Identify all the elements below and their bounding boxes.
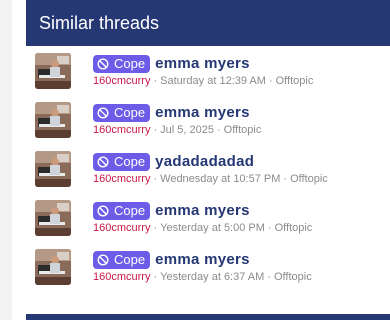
prefix-badge[interactable]: Cope [93, 201, 151, 220]
author-link[interactable]: 160cmcurry [93, 222, 150, 234]
ban-icon [97, 57, 109, 70]
thread-title-line: Cope emma myers [93, 103, 250, 122]
meta-separator: · [268, 75, 273, 87]
meta-separator: · [153, 173, 158, 185]
forum-link[interactable]: Offtopic [276, 75, 314, 87]
meta-separator: · [267, 271, 271, 283]
thread-item[interactable]: Cope emma myers 160cmcurry · Yesterday at … [26, 249, 390, 298]
prefix-badge[interactable]: Cope [93, 250, 151, 269]
thread-title-line: Cope emma myers [93, 250, 250, 269]
thread-avatar[interactable] [35, 249, 71, 285]
meta-separator: · [153, 222, 158, 234]
meta-separator: · [153, 271, 158, 283]
forum-link[interactable]: Offtopic [290, 173, 328, 185]
ban-icon [97, 106, 109, 119]
thread-title-line: Cope emma myers [93, 54, 250, 73]
meta-separator: · [283, 173, 288, 185]
thread-meta: 160cmcurry · Yesterday at 6:37 AM · Offtopic [93, 271, 312, 283]
similar-threads-widget: Similar threads Cope emma myers 160cmcur… [26, 0, 390, 320]
thread-title-link[interactable]: yadadadadad [155, 153, 254, 170]
thread-item[interactable]: Cope emma myers 160cmcurry · Jul 5, 2025 · O… [26, 102, 390, 151]
thread-title-link[interactable]: emma myers [155, 251, 250, 268]
next-widget-header [26, 314, 390, 320]
prefix-label: Cope [114, 252, 146, 267]
prefix-badge[interactable]: Cope [93, 152, 151, 171]
ban-icon [97, 155, 109, 168]
author-link[interactable]: 160cmcurry [93, 75, 150, 87]
prefix-label: Cope [114, 203, 146, 218]
page-gutter [0, 0, 12, 320]
author-link[interactable]: 160cmcurry [93, 124, 150, 136]
meta-separator: · [267, 222, 272, 234]
thread-item[interactable]: Cope emma myers 160cmcurry · Yesterday at … [26, 200, 390, 249]
author-link[interactable]: 160cmcurry [93, 173, 150, 185]
thread-title-line: Cope emma myers [93, 201, 250, 220]
meta-separator: · [153, 75, 158, 87]
ban-icon [97, 253, 109, 266]
prefix-label: Cope [114, 56, 146, 71]
thread-title-link[interactable]: emma myers [155, 104, 250, 121]
thread-title-link[interactable]: emma myers [155, 202, 250, 219]
thread-title-line: Cope yadadadadad [93, 152, 254, 171]
thread-time[interactable]: Saturday at 12:39 AM [160, 75, 266, 87]
prefix-label: Cope [114, 154, 146, 169]
thread-avatar[interactable] [35, 53, 71, 89]
thread-meta: 160cmcurry · Wednesday at 10:57 PM · Offtopi… [93, 173, 328, 185]
thread-title-link[interactable]: emma myers [155, 55, 250, 72]
forum-link[interactable]: Offtopic [275, 222, 313, 234]
meta-separator: · [153, 124, 158, 136]
prefix-badge[interactable]: Cope [93, 103, 151, 122]
prefix-label: Cope [114, 105, 146, 120]
meta-separator: · [216, 124, 221, 136]
author-link[interactable]: 160cmcurry [93, 271, 150, 283]
ban-icon [97, 204, 109, 217]
thread-time[interactable]: Jul 5, 2025 [160, 124, 214, 136]
thread-avatar[interactable] [35, 151, 71, 187]
widget-title: Similar threads [26, 0, 390, 46]
thread-avatar[interactable] [35, 102, 71, 138]
thread-time[interactable]: Wednesday at 10:57 PM [160, 173, 280, 185]
thread-time[interactable]: Yesterday at 6:37 AM [160, 271, 264, 283]
thread-meta: 160cmcurry · Saturday at 12:39 AM · Offtopic [93, 75, 313, 87]
thread-item[interactable]: Cope yadadadadad 160cmcurry · Wednesday at… [26, 151, 390, 200]
thread-meta: 160cmcurry · Yesterday at 5:00 PM · Offtopic [93, 222, 312, 234]
forum-link[interactable]: Offtopic [224, 124, 262, 136]
thread-avatar[interactable] [35, 200, 71, 236]
thread-item[interactable]: Cope emma myers 160cmcurry · Saturday at 1… [26, 53, 390, 102]
forum-link[interactable]: Offtopic [274, 271, 312, 283]
thread-time[interactable]: Yesterday at 5:00 PM [160, 222, 265, 234]
thread-meta: 160cmcurry · Jul 5, 2025 · Offtopic [93, 124, 261, 136]
prefix-badge[interactable]: Cope [93, 54, 151, 73]
